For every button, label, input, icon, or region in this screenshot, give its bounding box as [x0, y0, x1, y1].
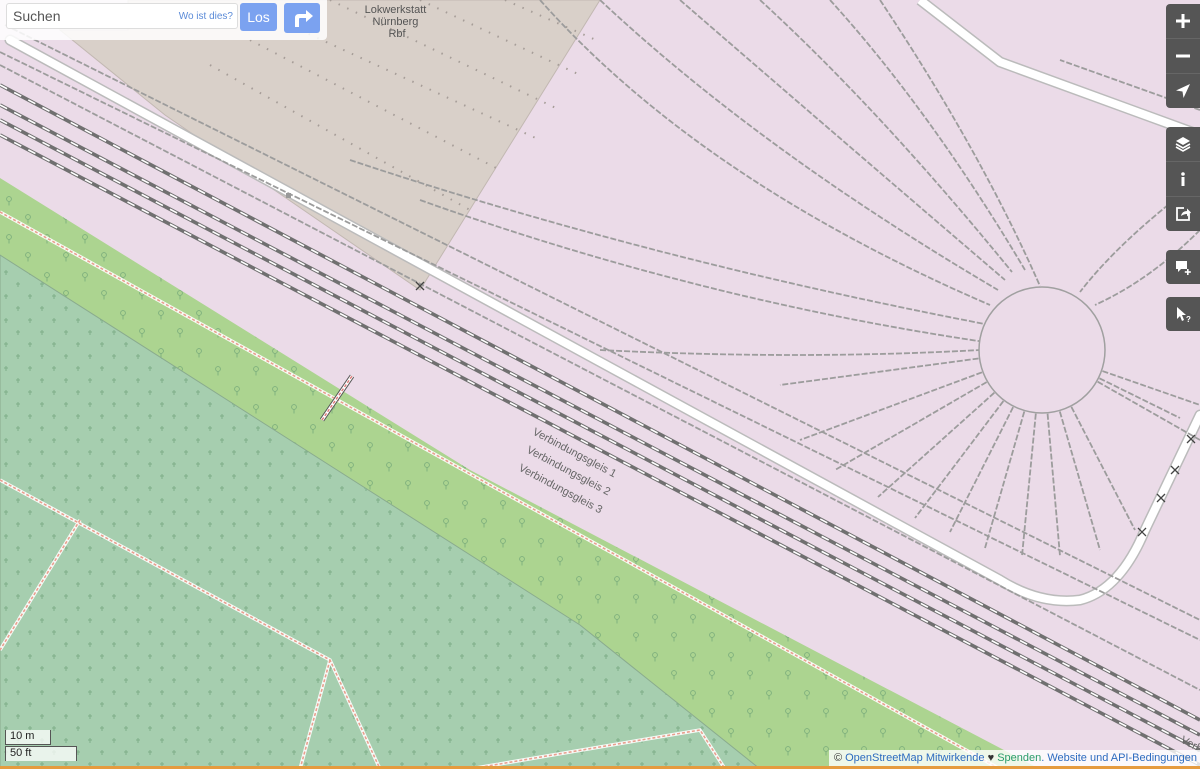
- note-controls: [1166, 250, 1200, 284]
- attribution-separator: .: [1041, 752, 1045, 764]
- copyright-symbol: ©: [833, 752, 843, 764]
- add-note-button[interactable]: [1166, 250, 1200, 284]
- scale-imperial: 50 ft: [5, 746, 77, 761]
- share-button[interactable]: [1166, 196, 1200, 231]
- heart-icon: ♥: [987, 752, 995, 764]
- directions-arrow-icon: [295, 10, 313, 27]
- zoom-in-button[interactable]: [1166, 4, 1200, 38]
- where-is-this-link[interactable]: Wo ist dies?: [179, 11, 233, 22]
- locate-button[interactable]: [1166, 73, 1200, 108]
- attribution: © OpenStreetMap Mitwirkende ♥ Spenden. W…: [828, 750, 1200, 766]
- directions-button[interactable]: [284, 3, 320, 33]
- place-label-line-2: Nürnberg: [373, 16, 419, 28]
- share-icon: [1176, 207, 1191, 221]
- zoom-controls: [1166, 4, 1200, 108]
- osm-contributors-link[interactable]: OpenStreetMap Mitwirkende: [845, 752, 984, 764]
- layers-button[interactable]: [1166, 127, 1200, 161]
- place-label-line-1: Lokwerkstatt: [365, 4, 427, 16]
- search-box: Wo ist dies?: [6, 3, 238, 29]
- query-features-button[interactable]: ?: [1166, 297, 1200, 331]
- query-controls: ?: [1166, 297, 1200, 331]
- donate-link[interactable]: Spenden: [997, 752, 1041, 764]
- scale-metric: 10 m: [5, 730, 51, 745]
- place-label-line-3: Rbf: [388, 28, 406, 40]
- svg-text:?: ?: [1186, 315, 1191, 323]
- search-input[interactable]: [13, 7, 173, 25]
- add-note-icon: [1176, 261, 1191, 275]
- search-panel: Wo ist dies? Los: [0, 0, 327, 40]
- info-icon: [1181, 172, 1185, 186]
- search-go-button[interactable]: Los: [240, 3, 277, 31]
- terms-link[interactable]: Website und API-Bedingungen: [1047, 752, 1197, 764]
- info-button[interactable]: [1166, 161, 1200, 196]
- layers-icon: [1175, 137, 1191, 152]
- locate-icon: [1176, 84, 1190, 98]
- query-features-icon: ?: [1177, 307, 1191, 323]
- zoom-out-button[interactable]: [1166, 38, 1200, 73]
- zoom-out-icon: [1176, 54, 1190, 58]
- map-tools-controls: [1166, 127, 1200, 231]
- map-canvas[interactable]: Lokwerkstatt Nürnberg Rbf Verbindungsgle…: [0, 0, 1200, 769]
- zoom-in-icon: [1176, 14, 1190, 28]
